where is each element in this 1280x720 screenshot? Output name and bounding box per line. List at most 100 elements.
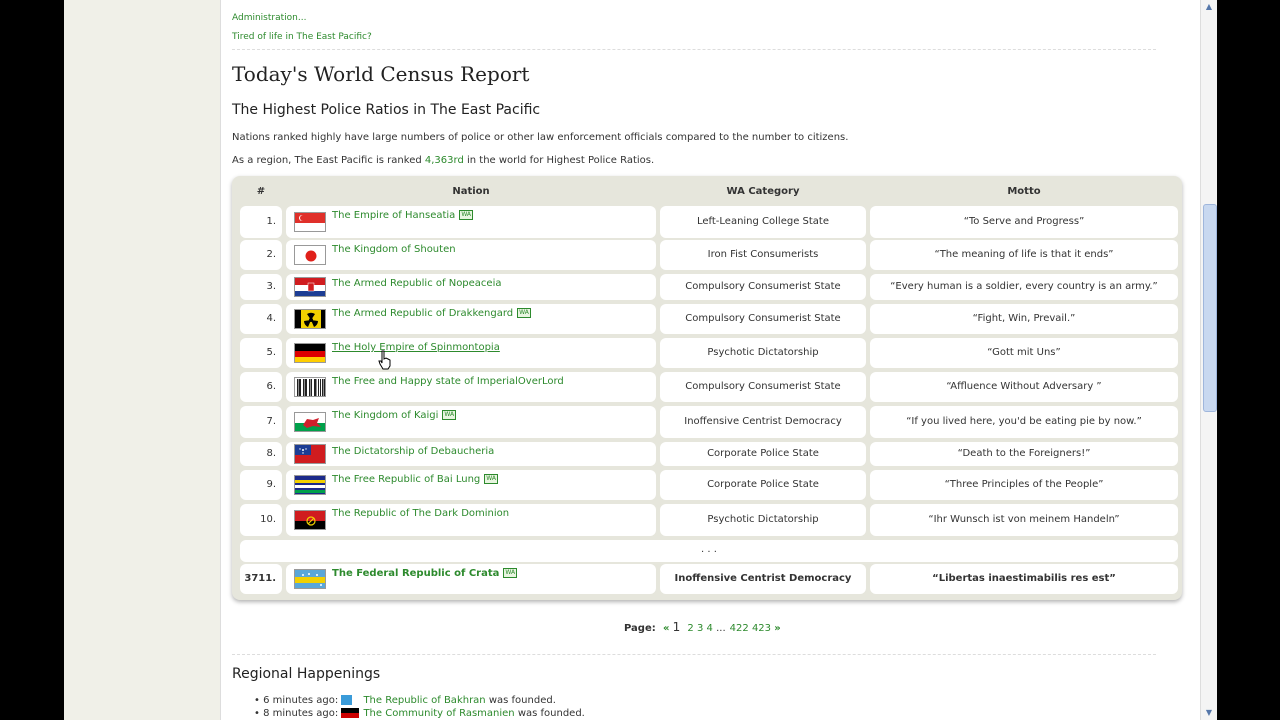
happening-time: 6 minutes ago: [263, 695, 339, 706]
nation-cell: The Free and Happy state of ImperialOver… [286, 372, 656, 402]
stripes-flag-icon [294, 475, 326, 495]
divider [232, 654, 1156, 655]
bakhran-flag-icon [341, 695, 360, 705]
happening-nation-link[interactable]: The Community of Rasmanien [363, 708, 514, 719]
radiation-flag-icon [294, 309, 326, 329]
wa-category-cell: Inoffensive Centrist Democracy [660, 564, 866, 594]
wa-category-cell: Compulsory Consumerist State [660, 372, 866, 402]
motto-cell: “Every human is a soldier, every country… [870, 274, 1178, 300]
pager-dots: ... [716, 623, 726, 634]
scroll-up-arrow-icon[interactable]: ▲ [1203, 2, 1215, 12]
samoa-flag-icon [294, 444, 326, 464]
scroll-down-arrow-icon[interactable]: ▼ [1203, 708, 1215, 718]
motto-cell: “Three Principles of the People” [870, 470, 1178, 500]
wa-member-badge: WA [442, 410, 457, 420]
rank-cell: 6. [240, 372, 282, 402]
pager-page-422[interactable]: 422 [730, 623, 749, 634]
header-rank: # [256, 186, 266, 197]
pager-page-2[interactable]: 2 [687, 623, 693, 634]
rank-cell: 7. [240, 406, 282, 438]
happening-text: was founded. [514, 708, 585, 719]
nation-name-wrap: The Holy Empire of Spinmontopia [332, 342, 500, 354]
wa-category-cell: Psychotic Dictatorship [660, 504, 866, 536]
nation-link[interactable]: The Armed Republic of Nopeaceia [332, 278, 502, 289]
nation-link[interactable]: The Empire of Hanseatia [332, 210, 455, 221]
nation-cell: The Federal Republic of Crata WA [286, 564, 656, 594]
wa-member-badge: WA [503, 568, 518, 578]
motto-cell: “Gott mit Uns” [870, 338, 1178, 368]
census-title: The Highest Police Ratios in The East Pa… [232, 102, 541, 118]
motto-cell: “Ihr Wunsch ist von meinem Handeln” [870, 504, 1178, 536]
happening-text: was founded. [485, 695, 556, 706]
vertical-scrollbar[interactable]: ▲ ▼ [1200, 0, 1217, 720]
pager-current: 1 [672, 620, 681, 634]
motto-cell: “If you lived here, you'd be eating pie … [870, 406, 1178, 438]
region-rank-prefix: As a region, The East Pacific is ranked [232, 155, 425, 166]
happenings-list: • 6 minutes ago: The Republic of Bakhran… [254, 694, 585, 720]
aboriginal-flag-icon [341, 708, 360, 718]
tired-of-life-link[interactable]: Tired of life in The East Pacific? [232, 32, 372, 42]
motto-cell: “Libertas inaestimabilis res est” [870, 564, 1178, 594]
motto-cell: “Death to the Foreigners!” [870, 442, 1178, 466]
singapore-flag-icon [294, 212, 326, 232]
scroll-thumb[interactable] [1203, 204, 1217, 412]
page-title: Today's World Census Report [232, 62, 530, 86]
nation-cell: The Dictatorship of Debaucheria [286, 442, 656, 466]
wa-category-cell: Corporate Police State [660, 442, 866, 466]
wa-category-cell: Inoffensive Centrist Democracy [660, 406, 866, 438]
rank-cell: 9. [240, 470, 282, 500]
rank-cell: 4. [240, 304, 282, 334]
nation-cell: The Empire of Hanseatia WA [286, 206, 656, 238]
wa-category-cell: Iron Fist Consumerists [660, 240, 866, 270]
nation-name-wrap: The Kingdom of Shouten [332, 244, 456, 256]
nation-name-wrap: The Dictatorship of Debaucheria [332, 446, 494, 458]
motto-cell: “To Serve and Progress” [870, 206, 1178, 238]
nation-name-wrap: The Empire of Hanseatia WA [332, 210, 474, 222]
nation-cell: The Republic of The Dark Dominion [286, 504, 656, 536]
nation-link[interactable]: The Free Republic of Bai Lung [332, 474, 480, 485]
wa-member-badge: WA [517, 308, 531, 318]
nation-link[interactable]: The Dictatorship of Debaucheria [332, 446, 494, 457]
rank-cell: 5. [240, 338, 282, 368]
nation-name-wrap: The Republic of The Dark Dominion [332, 508, 509, 520]
pager-page-3[interactable]: 3 [697, 623, 703, 634]
nation-link[interactable]: The Armed Republic of Drakkengard [332, 308, 513, 319]
nation-cell: The Kingdom of Kaigi WA [286, 406, 656, 438]
nation-cell: The Kingdom of Shouten [286, 240, 656, 270]
census-description: Nations ranked highly have large numbers… [232, 132, 849, 143]
top-links: Administration... Tired of life in The E… [232, 9, 372, 47]
region-rank-link[interactable]: 4,363rd [425, 155, 464, 166]
rank-cell: 10. [240, 504, 282, 536]
nation-cell: The Free Republic of Bai Lung WA [286, 470, 656, 500]
header-motto: Motto [1007, 186, 1041, 197]
nation-link[interactable]: The Kingdom of Kaigi [332, 410, 438, 421]
nation-link[interactable]: The Free and Happy state of ImperialOver… [332, 376, 564, 387]
croatia-flag-icon [294, 277, 326, 297]
germany-flag-icon [294, 343, 326, 363]
pagination: Page: « 1 2 3 4 ... 422 423 » [624, 620, 781, 634]
pager-next[interactable]: » [774, 623, 780, 634]
angola-flag-icon [294, 510, 326, 530]
census-table: # Nation WA Category Motto 1. The Empire … [232, 176, 1182, 600]
wa-category-cell: Corporate Police State [660, 470, 866, 500]
pager-page-423[interactable]: 423 [752, 623, 771, 634]
nation-link[interactable]: The Republic of The Dark Dominion [332, 508, 509, 519]
motto-cell: “Fight, Win, Prevail.” [870, 304, 1178, 334]
rank-cell: 2. [240, 240, 282, 270]
nation-name-wrap: The Kingdom of Kaigi WA [332, 410, 457, 422]
nation-link[interactable]: The Holy Empire of Spinmontopia [332, 342, 500, 353]
hand-cursor-icon [378, 350, 391, 370]
region-rank-text: As a region, The East Pacific is ranked … [232, 155, 654, 166]
browser-viewport: Administration... Tired of life in The E… [64, 0, 1216, 720]
administration-link[interactable]: Administration... [232, 13, 306, 23]
nation-link[interactable]: The Kingdom of Shouten [332, 244, 456, 255]
happening-nation-link[interactable]: The Republic of Bakhran [363, 695, 485, 706]
pager-prev[interactable]: « [663, 623, 669, 634]
divider [232, 49, 1156, 50]
barcode-flag-icon [294, 377, 326, 397]
pager-page-4[interactable]: 4 [707, 623, 713, 634]
crata-flag-icon [294, 569, 326, 589]
wa-member-badge: WA [484, 474, 498, 484]
nation-name-wrap: The Free and Happy state of ImperialOver… [332, 376, 564, 388]
nation-link[interactable]: The Federal Republic of Crata [332, 568, 499, 579]
